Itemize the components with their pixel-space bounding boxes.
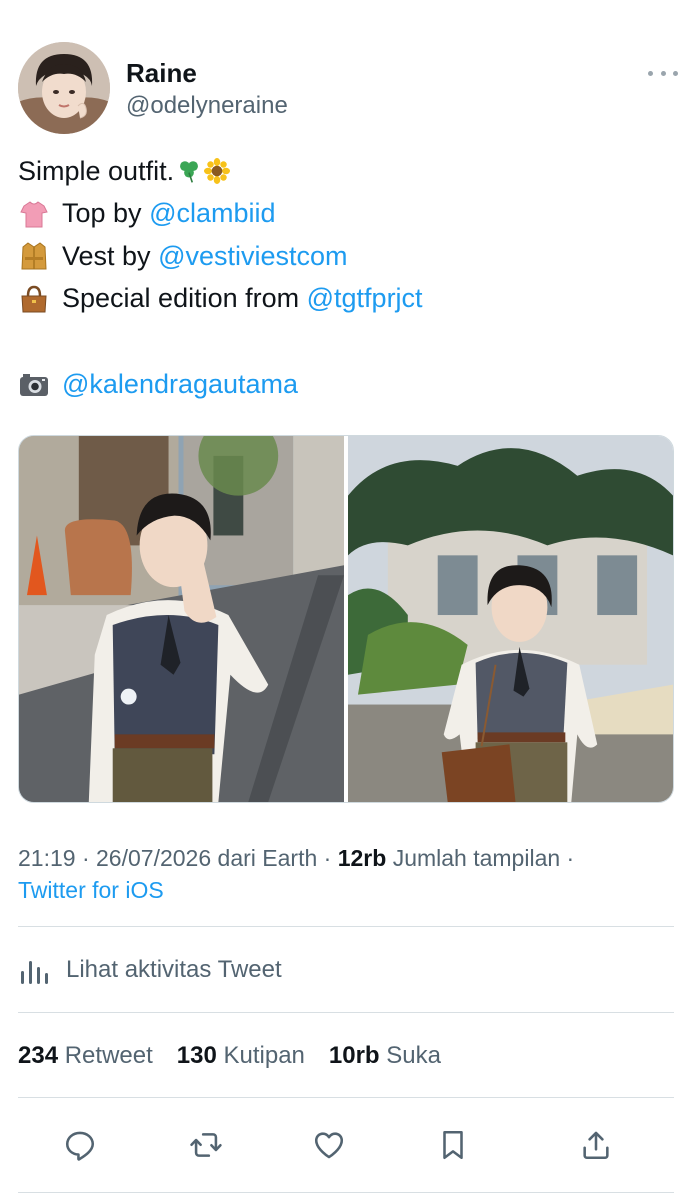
tweet-line: Special edition from @tgtfprjct [18,278,668,321]
tweet-line: @kalendragautama [18,363,668,406]
reply-icon [65,1131,95,1161]
avatar-image [18,42,110,134]
camera-emoji-icon [20,374,48,397]
like-button[interactable] [306,1122,352,1168]
activity-label: Lihat aktivitas Tweet [66,956,282,983]
retweets-count: 234 [18,1042,59,1069]
more-dot [673,70,678,76]
more-dot [648,70,653,76]
views-label: Jumlah tampilan [392,845,561,871]
sunflower-emoji-icon [204,158,231,185]
quotes-stat[interactable]: 130 Kutipan [177,1042,305,1070]
divider [18,1097,674,1098]
meta-separator: · [566,845,575,871]
mention-link[interactable]: @clambiid [149,198,275,229]
avatar[interactable] [18,42,110,134]
bar-chart-icon [21,961,48,984]
client-link[interactable]: Twitter for iOS [18,877,164,903]
likes-stat[interactable]: 10rb Suka [329,1042,441,1070]
reply-button[interactable] [57,1122,103,1168]
divider [18,1192,674,1193]
tweet-line: Top by @clambiid [18,193,668,236]
retweet-icon [190,1133,222,1157]
tweet-line-text: Vest by [62,240,159,271]
more-dot [660,70,666,76]
mention-link[interactable]: @vestiviestcom [158,241,347,272]
tweet-time[interactable]: 21:19 [18,845,76,871]
more-icon[interactable] [648,64,678,82]
bookmark-button[interactable] [430,1122,476,1168]
tweet-line-text: Special edition from [62,283,307,314]
likes-count: 10rb [328,1042,380,1069]
mention-link[interactable]: @tgtfprjct [307,283,423,314]
tweet-activity-link[interactable]: Lihat aktivitas Tweet [18,948,282,992]
retweets-label: Retweet [64,1042,153,1069]
action-bar [0,1122,692,1168]
quotes-count: 130 [176,1042,217,1069]
likes-label: Suka [386,1042,441,1069]
photo-2-image [348,436,673,802]
tweet-line: Vest by @vestiviestcom [18,235,668,278]
mention-link[interactable]: @kalendragautama [62,369,298,400]
quotes-label: Kutipan [223,1042,305,1069]
photo-1-image [19,436,344,802]
meta-separator: · [323,845,332,871]
retweet-button[interactable] [183,1122,229,1168]
retweets-stat[interactable]: 234 Retweet [18,1042,153,1070]
tweet-location: dari Earth [217,845,318,871]
photo-2[interactable] [348,436,673,802]
coat-emoji-icon [21,242,47,270]
tweet-meta: 21:19 · 26/07/2026 dari Earth · 12rb Jum… [18,842,678,906]
user-handle[interactable]: @odelyneraine [126,91,288,121]
tweet-line: Simple outfit. [18,150,668,193]
share-button[interactable] [573,1122,619,1168]
meta-separator: · [81,845,90,871]
photo-1[interactable] [19,436,344,802]
handbag-emoji-icon [21,285,47,313]
tweet-media [18,435,674,803]
shamrock-emoji-icon [180,161,199,183]
display-name[interactable]: Raine [126,57,197,89]
tshirt-emoji-icon [20,201,48,228]
tweet-line-text: Top by [62,198,150,229]
tweet-date[interactable]: 26/07/2026 [96,845,211,871]
heart-icon [314,1132,344,1159]
bookmark-icon [443,1130,463,1160]
share-icon [583,1131,609,1160]
tweet-stats: 234 Retweet 130 Kutipan 10rb Suka [18,1038,465,1074]
views-count: 12rb [337,845,387,871]
tweet-line-text: Simple outfit. [18,155,175,186]
tweet-text: Simple outfit. Top by @clambiid Vest by … [18,150,668,406]
divider [18,926,674,927]
divider [18,1012,674,1013]
